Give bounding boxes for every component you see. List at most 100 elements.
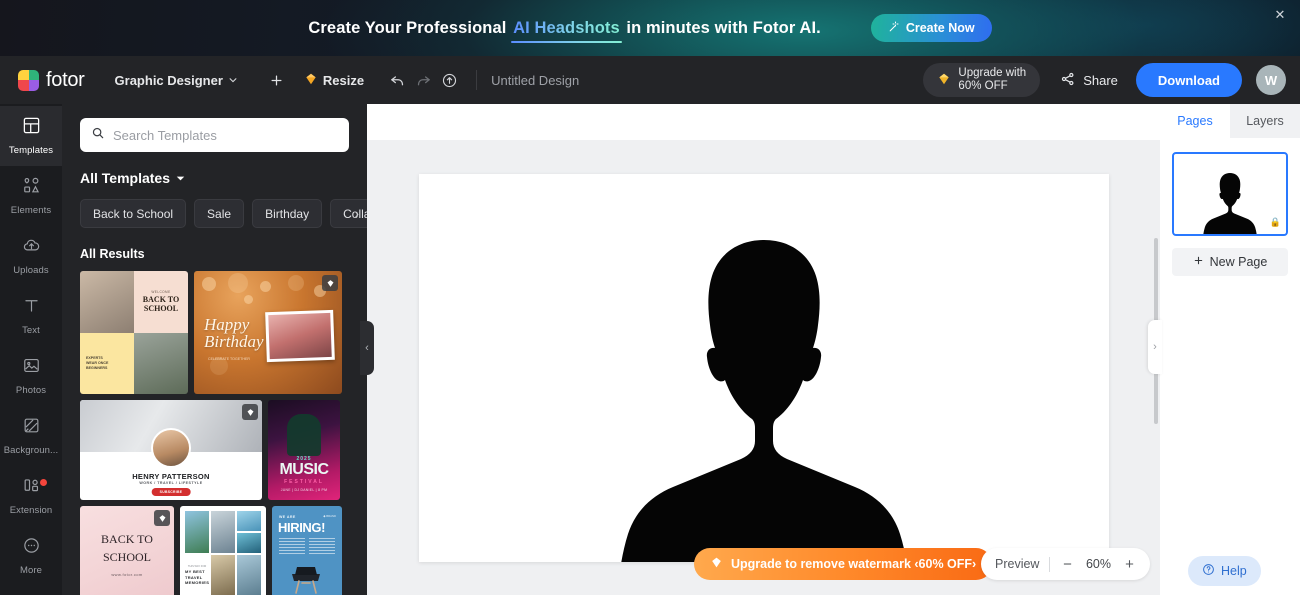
template-youtube-banner[interactable]: HENRY PATTERSON WORK / TRAVEL / LIFESTYL…: [80, 400, 262, 500]
promo-text-before: Create Your Professional: [308, 18, 512, 37]
zoom-in-button[interactable]: +: [1122, 556, 1136, 573]
template-travel-collage[interactable]: THIS WAY FOR MY BEST TRAVEL MEMORIES: [180, 506, 266, 595]
chip-sale[interactable]: Sale: [194, 199, 245, 228]
sidebar-item-text[interactable]: Text: [0, 286, 62, 346]
person-silhouette: [1203, 172, 1257, 234]
upgrade-remove-watermark-button[interactable]: Upgrade to remove watermark ‹60% OFF›: [694, 548, 993, 580]
sidebar-label-extension: Extension: [9, 505, 53, 516]
plus-icon: [1193, 255, 1204, 269]
sidebar-item-extension[interactable]: Extension: [0, 466, 62, 526]
new-page-button[interactable]: New Page: [1172, 248, 1288, 276]
preview-button[interactable]: Preview: [995, 557, 1039, 571]
sidebar-label-photos: Photos: [15, 385, 47, 396]
sidebar-label-elements: Elements: [10, 205, 52, 216]
chevron-right-icon[interactable]: ›: [355, 206, 359, 221]
all-templates-dropdown[interactable]: All Templates: [80, 170, 349, 186]
right-panel-tabs: Pages Layers: [1160, 104, 1300, 138]
upgrade-button[interactable]: Upgrade with 60% OFF: [923, 63, 1041, 97]
templates-panel: All Templates Back to School Sale Birthd…: [62, 104, 367, 595]
template-happy-birthday[interactable]: Happy Birthday CELEBRATE TOGETHER: [194, 271, 342, 394]
download-button[interactable]: Download: [1135, 63, 1242, 97]
elements-shapes-icon: [22, 176, 41, 200]
cloud-upload-icon: [22, 236, 41, 260]
document-title[interactable]: Untitled Design: [491, 73, 579, 88]
search-icon: [91, 126, 105, 145]
app-header: fotor Graphic Designer Resize Untitled D…: [0, 56, 1300, 104]
template-back-to-school-collage[interactable]: WELCOME BACK TO SCHOOL EXPERTS WEAR ONCE BE…: [80, 271, 188, 394]
tab-layers[interactable]: Layers: [1230, 104, 1300, 138]
fotor-logo[interactable]: fotor: [18, 69, 85, 92]
close-icon[interactable]: ✕: [1272, 7, 1288, 23]
resize-diamond-icon: [304, 72, 318, 89]
chip-birthday[interactable]: Birthday: [252, 199, 323, 228]
sidebar-item-elements[interactable]: Elements: [0, 166, 62, 226]
template-welcome: WELCOME: [151, 290, 171, 295]
create-now-button[interactable]: Create Now: [870, 14, 992, 42]
canvas-stage: [367, 104, 1160, 595]
collapse-left-panel-button[interactable]: ‹: [360, 321, 374, 375]
chip-back-to-school[interactable]: Back to School: [80, 199, 187, 228]
page-1-thumbnail[interactable]: 🔒: [1172, 152, 1288, 236]
zoom-controls: Preview − 60% +: [981, 548, 1151, 580]
template-text-block: WELCOME BACK TO SCHOOL: [134, 271, 188, 333]
template-row: WELCOME BACK TO SCHOOL EXPERTS WEAR ONCE BE…: [80, 271, 349, 394]
mode-label: Graphic Designer: [114, 72, 223, 88]
promo-banner-text: Create Your Professional AI Headshots in…: [308, 19, 820, 38]
templates-grid-icon: [22, 116, 41, 140]
template-title: HIRING!: [278, 520, 326, 535]
canvas-workspace[interactable]: [367, 140, 1160, 595]
create-now-label: Create Now: [905, 21, 975, 35]
add-page-button[interactable]: [264, 67, 290, 93]
diamond-icon: [710, 556, 723, 572]
avatar[interactable]: W: [1256, 65, 1286, 95]
template-back-to-school-pink[interactable]: BACK TO SCHOOL www.fotor.com: [80, 506, 174, 595]
canvas-toolbar: [367, 104, 1160, 140]
sidebar-item-templates[interactable]: Templates: [0, 106, 62, 166]
template-subtitle: CELEBRATE TOGETHER: [208, 357, 250, 361]
mode-selector[interactable]: Graphic Designer: [115, 73, 238, 88]
template-title: HENRY PATTERSON: [132, 472, 210, 481]
header-divider: [476, 70, 478, 90]
collapse-right-panel-button[interactable]: ›: [1148, 320, 1162, 374]
lock-icon[interactable]: 🔒: [1270, 217, 1281, 228]
right-panel: Pages Layers 🔒 New Page: [1160, 104, 1300, 595]
search-input[interactable]: [113, 127, 338, 143]
share-label: Share: [1083, 72, 1118, 88]
template-we-are-hiring[interactable]: WE ARE ◆ BRAND HIRING!: [272, 506, 342, 595]
cloud-upload-icon[interactable]: [436, 67, 462, 93]
tab-pages[interactable]: Pages: [1160, 104, 1230, 138]
template-kicker: WE ARE: [279, 515, 296, 519]
chevron-left-icon: ‹: [365, 342, 369, 354]
chip-collage[interactable]: Collage: [330, 199, 367, 228]
share-icon: [1060, 71, 1076, 90]
help-button[interactable]: Help: [1188, 556, 1261, 586]
person-silhouette[interactable]: [564, 232, 964, 562]
sidebar-label-text: Text: [22, 325, 40, 336]
sidebar-label-uploads: Uploads: [13, 265, 49, 276]
template-photo-2: [134, 332, 188, 394]
resize-button[interactable]: Resize: [304, 72, 364, 89]
sidebar-item-more[interactable]: More: [0, 526, 62, 586]
template-title: Happy Birthday: [204, 315, 264, 351]
sidebar-item-photos[interactable]: Photos: [0, 346, 62, 406]
share-button[interactable]: Share: [1060, 71, 1118, 90]
template-title: BACK TO SCHOOL: [142, 295, 180, 314]
upgrade-line-2: 60% OFF: [958, 80, 1008, 92]
chevron-right-icon: ›: [1153, 341, 1157, 353]
premium-badge: [242, 404, 258, 420]
undo-icon[interactable]: [384, 67, 410, 93]
sidebar-item-uploads[interactable]: Uploads: [0, 226, 62, 286]
template-photo: [80, 271, 134, 333]
resize-label: Resize: [322, 72, 365, 88]
redo-icon[interactable]: [410, 67, 436, 93]
sidebar-item-background[interactable]: Backgroun...: [0, 406, 62, 466]
design-page[interactable]: [418, 173, 1109, 562]
template-row: HENRY PATTERSON WORK / TRAVEL / LIFESTYL…: [80, 400, 349, 500]
template-music-festival[interactable]: 2025 MUSIC FESTIVAL JUNE | DJ DANIEL | 8…: [268, 400, 340, 500]
premium-badge: [154, 510, 170, 526]
new-page-label: New Page: [1209, 255, 1268, 269]
template-button: SUBSCRIBE: [151, 488, 191, 496]
search-templates-box[interactable]: [80, 118, 349, 152]
template-avatar: [151, 428, 191, 468]
zoom-out-button[interactable]: −: [1060, 556, 1074, 573]
